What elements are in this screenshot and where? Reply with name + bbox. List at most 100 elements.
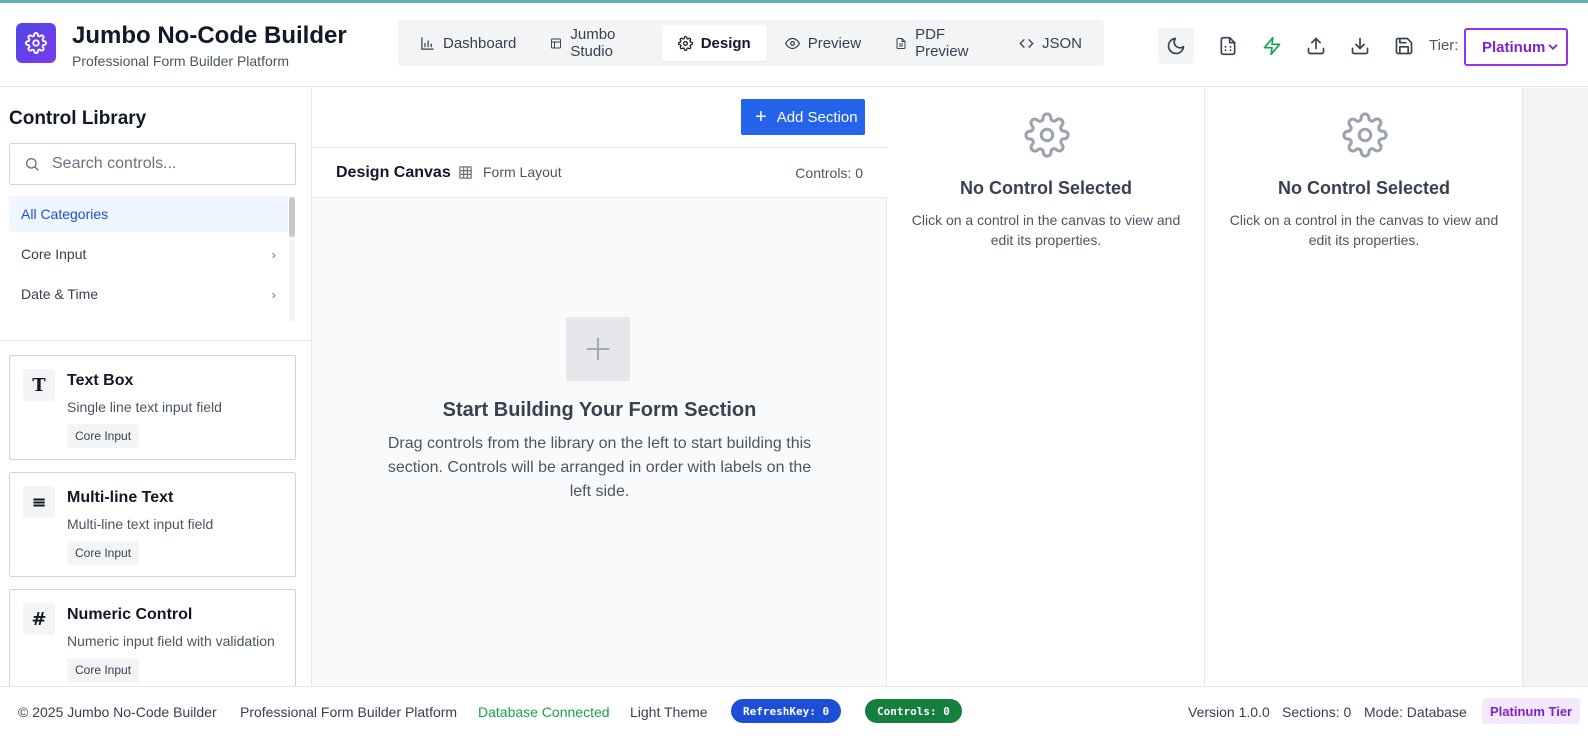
control-name: Multi-line Text xyxy=(67,489,174,506)
control-description: Multi-line text input field xyxy=(67,516,214,532)
control-description: Numeric input field with validation xyxy=(67,633,275,649)
tab-design[interactable]: Design xyxy=(661,25,767,61)
spreadsheet-icon xyxy=(1220,36,1236,56)
control-library-title: Control Library xyxy=(9,108,147,129)
gear-icon xyxy=(1342,112,1388,158)
plus-icon: + xyxy=(755,106,767,128)
properties-panel-secondary: No Control Selected Click on a control i… xyxy=(1205,88,1523,686)
form-layout-text: Form Layout xyxy=(483,164,562,180)
category-scrollbar-thumb[interactable] xyxy=(289,197,295,237)
upload-button[interactable] xyxy=(1298,28,1334,64)
quick-action-button[interactable] xyxy=(1254,28,1290,64)
grid-icon xyxy=(459,165,472,179)
tier-select-value: Platinum xyxy=(1482,38,1546,56)
app-title: Jumbo No-Code Builder xyxy=(72,22,347,49)
category-date-time[interactable]: Date & Time › xyxy=(9,276,288,312)
no-selection-title: No Control Selected xyxy=(959,178,1133,198)
plus-icon xyxy=(586,337,610,361)
search-icon xyxy=(26,158,39,171)
layout-icon xyxy=(551,38,562,48)
sections-count: Sections: 0 xyxy=(1282,704,1352,720)
category-all[interactable]: All Categories xyxy=(9,196,288,232)
tab-label: JSON xyxy=(1041,34,1082,52)
code-icon xyxy=(1019,38,1034,48)
app-header: Jumbo No-Code Builder Professional Form … xyxy=(0,3,1588,87)
control-card-text-box[interactable]: T Text Box Single line text input field … xyxy=(9,355,296,460)
canvas-header: Design Canvas Form Layout Controls: 0 xyxy=(312,148,887,198)
save-icon xyxy=(1395,37,1413,55)
main-tabs: Dashboard Jumbo Studio Design Preview PD… xyxy=(398,20,1104,66)
design-canvas: + Add Section Design Canvas Form Layout … xyxy=(312,88,887,686)
theme-toggle-button[interactable] xyxy=(1158,28,1194,64)
control-card-multiline-text[interactable]: ≡ Multi-line Text Multi-line text input … xyxy=(9,472,296,577)
footer-copyright: © 2025 Jumbo No-Code Builder xyxy=(18,704,217,720)
chevron-down-icon xyxy=(1548,44,1558,50)
zap-icon xyxy=(1263,36,1281,56)
gear-icon xyxy=(1024,112,1070,158)
properties-panel: No Control Selected Click on a control i… xyxy=(887,88,1205,686)
tab-label: Jumbo Studio xyxy=(570,26,616,60)
app-subtitle: Professional Form Builder Platform xyxy=(72,53,290,69)
control-category-tag: Core Input xyxy=(67,541,140,565)
controls-badge: Controls: 0 xyxy=(865,699,962,723)
empty-state-title: Start Building Your Form Section xyxy=(442,399,757,421)
no-selection-description: Click on a control in the canvas to view… xyxy=(1229,212,1499,248)
tab-label: Preview xyxy=(807,34,862,52)
category-core-input[interactable]: Core Input › xyxy=(9,236,288,272)
bar-chart-icon xyxy=(421,36,434,50)
category-label: Core Input xyxy=(21,246,87,262)
canvas-toolbar: + Add Section xyxy=(312,88,887,148)
no-selection-description: Click on a control in the canvas to view… xyxy=(911,212,1181,248)
download-button[interactable] xyxy=(1342,28,1378,64)
status-footer: © 2025 Jumbo No-Code Builder Professiona… xyxy=(0,686,1588,736)
canvas-title: Design Canvas xyxy=(336,164,451,181)
database-status: Database Connected xyxy=(478,704,610,720)
file-icon xyxy=(896,37,906,49)
chevron-right-icon: › xyxy=(271,246,276,262)
theme-status: Light Theme xyxy=(630,704,708,720)
tab-pdf-preview[interactable]: PDF Preview xyxy=(879,25,1001,61)
align-left-icon: ≡ xyxy=(23,486,55,518)
moon-icon xyxy=(1167,37,1185,55)
spreadsheet-button[interactable] xyxy=(1210,28,1246,64)
right-gutter xyxy=(1523,88,1588,686)
category-list: All Categories Core Input › Date & Time … xyxy=(9,196,288,316)
control-category-tag: Core Input xyxy=(67,658,140,682)
tab-json[interactable]: JSON xyxy=(1003,25,1098,61)
form-layout-label: Form Layout xyxy=(458,164,562,180)
control-description: Single line text input field xyxy=(67,399,222,415)
chevron-right-icon: › xyxy=(271,286,276,302)
save-button[interactable] xyxy=(1386,28,1422,64)
tier-badge: Platinum Tier xyxy=(1482,698,1581,724)
tab-preview[interactable]: Preview xyxy=(769,25,877,61)
tier-select[interactable]: Platinum xyxy=(1464,28,1568,66)
upload-icon xyxy=(1307,37,1325,55)
category-label: All Categories xyxy=(21,206,109,222)
text-icon: T xyxy=(23,369,55,401)
search-input[interactable]: Search controls... xyxy=(9,143,296,185)
add-section-button[interactable]: + Add Section xyxy=(741,99,865,135)
app-logo xyxy=(16,23,56,63)
no-selection-title: No Control Selected xyxy=(1277,178,1451,198)
tab-label: Dashboard xyxy=(443,34,517,52)
controls-count: Controls: 0 xyxy=(795,165,863,181)
control-card-numeric[interactable]: # Numeric Control Numeric input field wi… xyxy=(9,589,296,686)
gear-icon xyxy=(25,32,47,54)
tab-label: PDF Preview xyxy=(915,26,969,60)
search-placeholder: Search controls... xyxy=(52,155,177,172)
empty-state-description: Drag controls from the library on the le… xyxy=(387,435,812,500)
version-label: Version 1.0.0 xyxy=(1188,704,1270,720)
tab-jumbo-studio[interactable]: Jumbo Studio xyxy=(534,25,659,61)
add-control-placeholder[interactable] xyxy=(566,317,630,381)
hash-icon: # xyxy=(23,603,55,635)
control-name: Text Box xyxy=(67,372,134,389)
refresh-key-badge: RefreshKey: 0 xyxy=(731,699,842,723)
eye-icon xyxy=(784,37,800,49)
download-icon xyxy=(1351,37,1369,55)
tab-dashboard[interactable]: Dashboard xyxy=(404,25,532,61)
gear-icon xyxy=(677,35,693,51)
tab-label: Design xyxy=(700,34,751,52)
control-category-tag: Core Input xyxy=(67,424,140,448)
mode-label: Mode: Database xyxy=(1364,704,1467,720)
divider xyxy=(0,340,311,341)
